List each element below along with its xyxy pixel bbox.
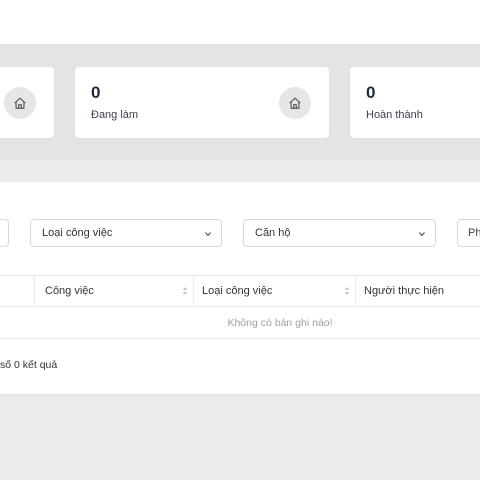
stat-card-in-progress: 0 Đang làm [75, 67, 329, 138]
column-divider [355, 276, 356, 306]
partial-button[interactable]: Ph [457, 219, 480, 247]
sort-icon[interactable] [343, 285, 351, 297]
chevron-down-icon [205, 232, 211, 237]
chevron-down-icon [419, 232, 425, 237]
job-type-select[interactable]: Loại công việc [30, 219, 222, 247]
home-icon [4, 87, 36, 119]
apartment-select-value: Căn hộ [255, 227, 291, 239]
empty-table-row: Không có bản ghi nào! [0, 307, 480, 339]
column-header-assignee[interactable]: Người thực hiện [364, 276, 444, 306]
stat-count: 0 [91, 83, 101, 102]
job-type-select-value: Loại công việc [42, 227, 113, 239]
stat-count: 0 [366, 83, 376, 102]
jobs-panel: Loại công việc Căn hộ Ph Công việc Loại … [0, 182, 480, 394]
filter-select-partial[interactable] [0, 219, 9, 247]
column-divider [34, 276, 35, 306]
column-divider [193, 276, 194, 306]
sort-icon[interactable] [181, 285, 189, 297]
empty-message: Không có bản ghi nào! [227, 316, 333, 329]
column-header-job[interactable]: Công việc [45, 276, 94, 306]
column-header-job-type[interactable]: Loại công việc [202, 276, 272, 306]
top-bar [0, 0, 480, 44]
apartment-select[interactable]: Căn hộ [243, 219, 436, 247]
stat-card-completed: 0 Hoàn thành [350, 67, 480, 138]
table-header: Công việc Loại công việc Người thực hiện [0, 275, 480, 307]
result-count: số 0 kết quả [0, 359, 58, 371]
stat-label: Đang làm [91, 109, 139, 121]
stat-card-partial [0, 67, 54, 138]
home-icon [279, 87, 311, 119]
stat-label: Hoàn thành [366, 109, 423, 121]
